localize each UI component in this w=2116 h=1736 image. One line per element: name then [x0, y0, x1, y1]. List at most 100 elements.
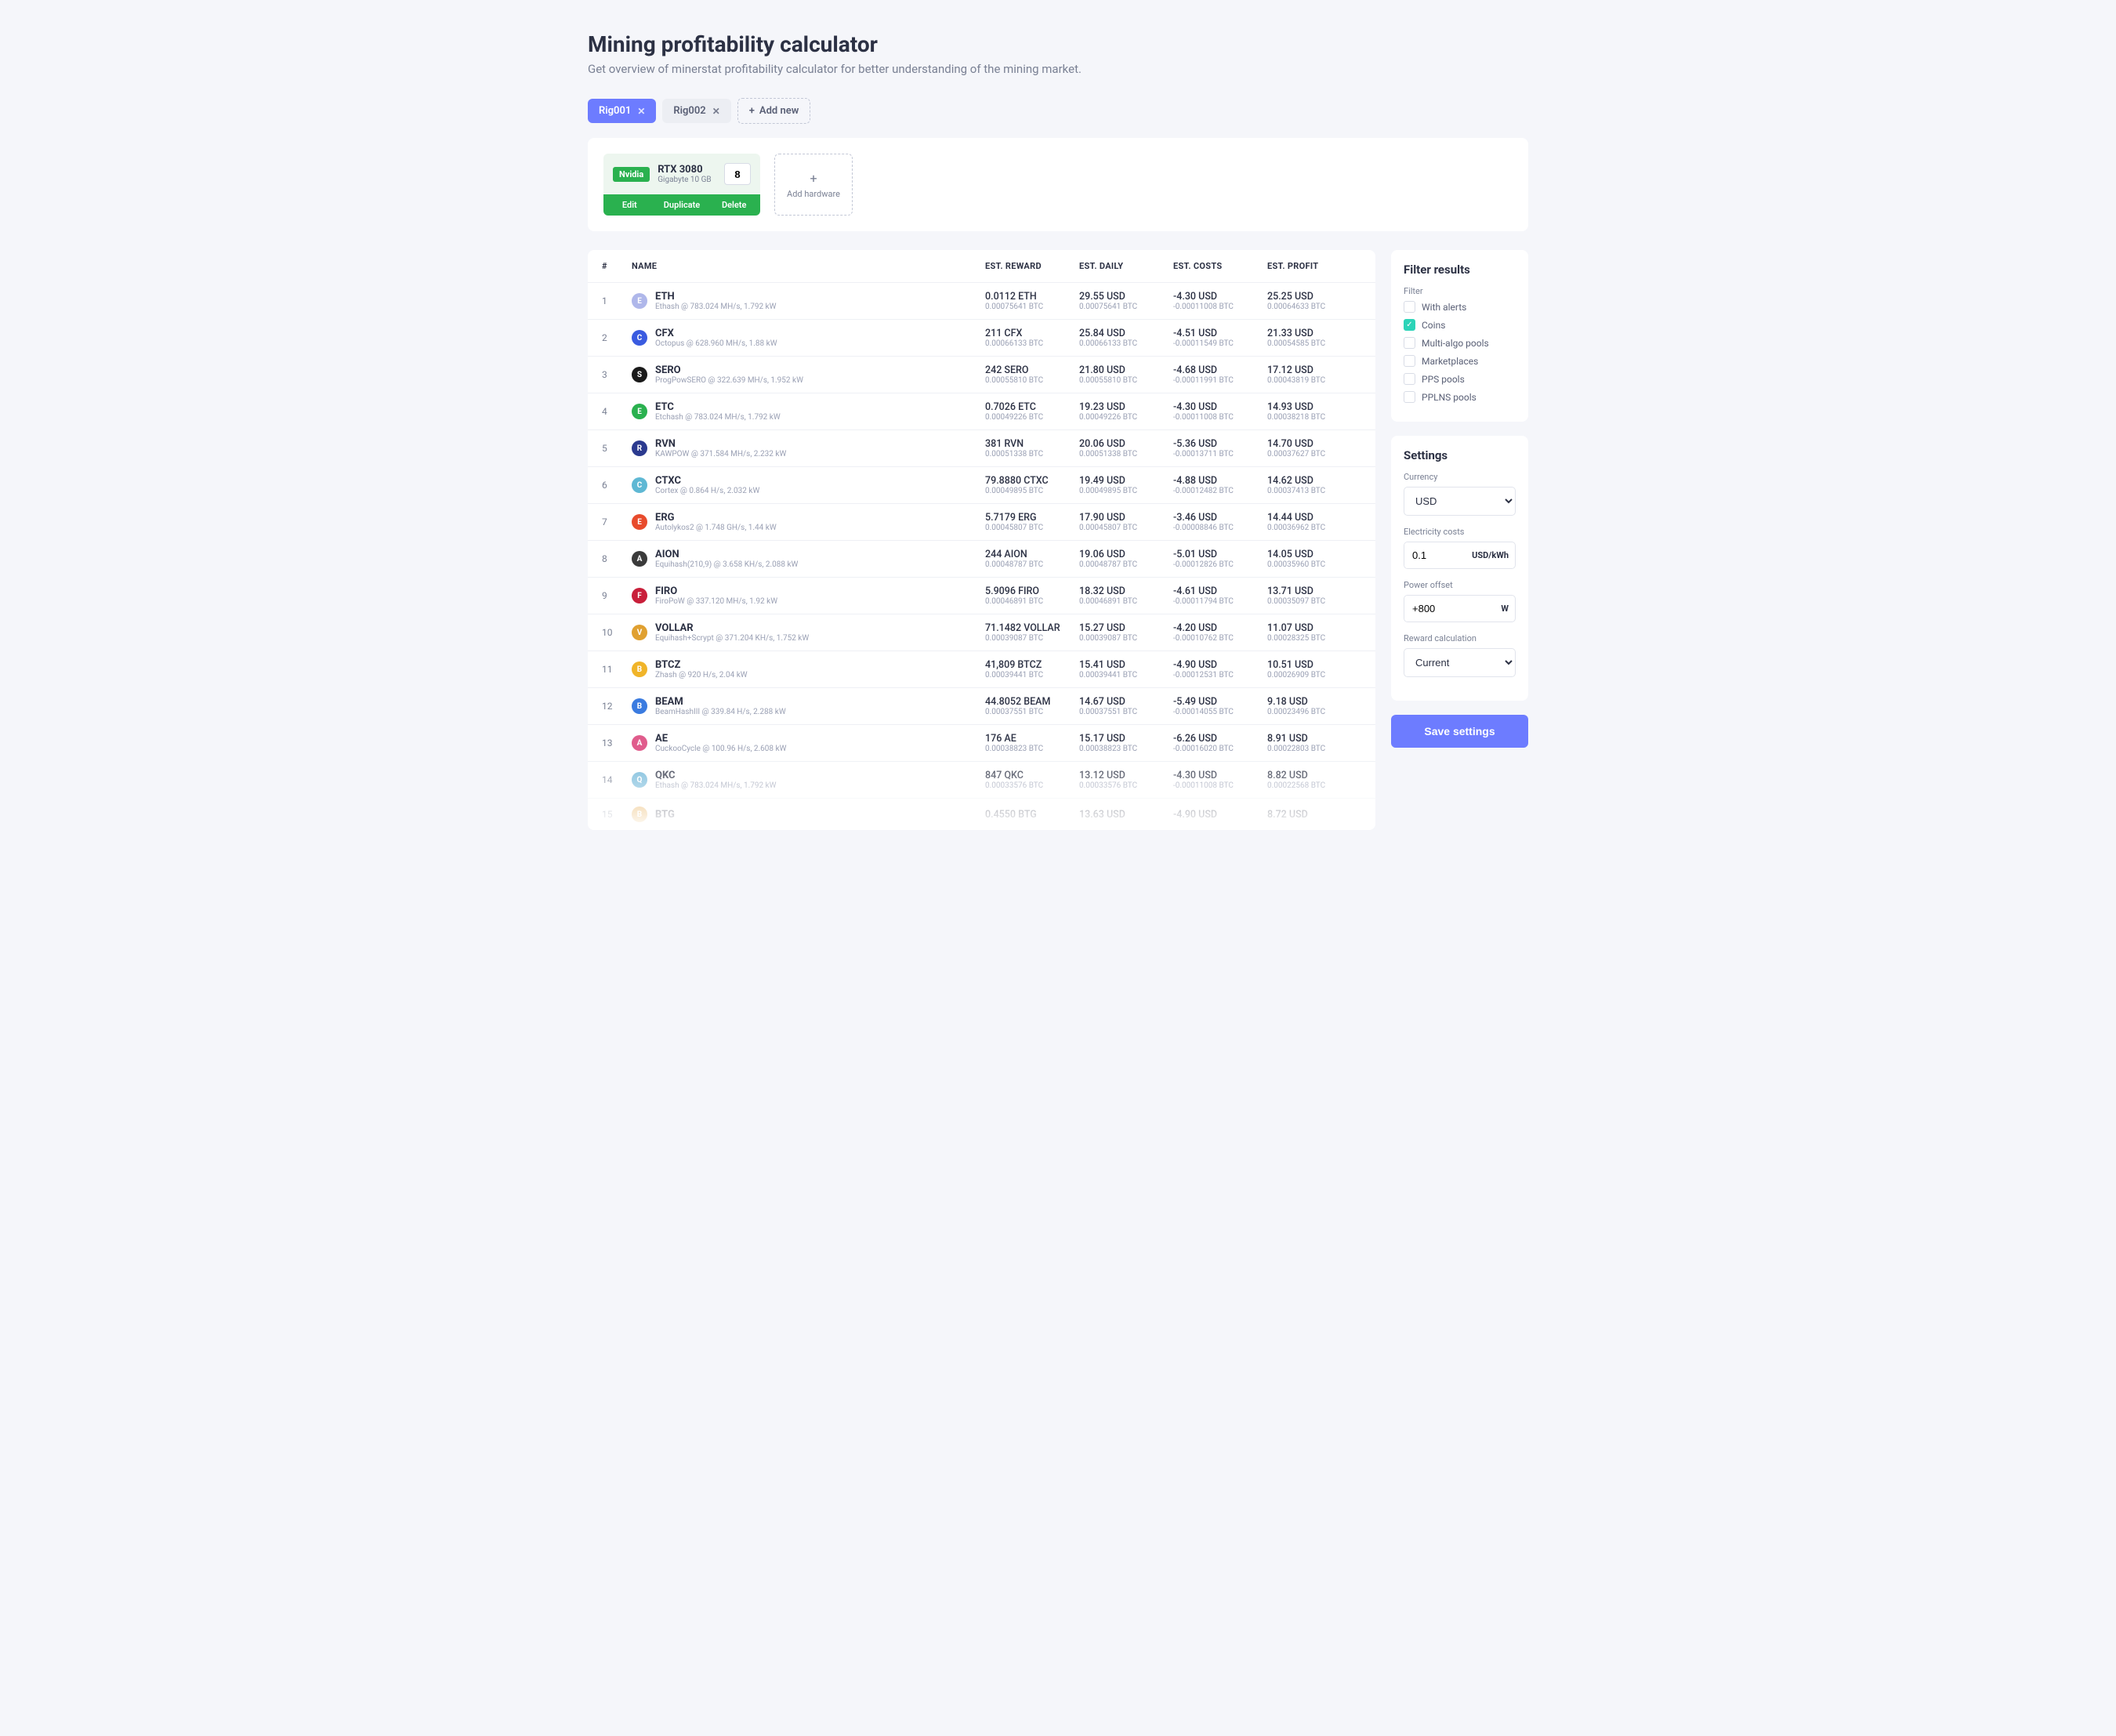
row-index: 2	[602, 332, 632, 343]
coin-algo: Equihash+Scrypt @ 371.204 KH/s, 1.752 kW	[655, 634, 809, 643]
table-row[interactable]: 5RRVNKAWPOW @ 371.584 MH/s, 2.232 kW381 …	[588, 429, 1375, 466]
row-index: 14	[602, 774, 632, 785]
coin-icon: F	[632, 588, 647, 603]
coin-algo: ProgPowSERO @ 322.639 MH/s, 1.952 kW	[655, 376, 803, 385]
coin-icon: A	[632, 735, 647, 751]
table-row[interactable]: 2CCFXOctopus @ 628.960 MH/s, 1.88 kW211 …	[588, 319, 1375, 356]
col-daily[interactable]: EST. DAILY	[1079, 261, 1173, 271]
col-reward[interactable]: EST. REWARD	[985, 261, 1079, 271]
table-row[interactable]: 9FFIROFiroPoW @ 337.120 MH/s, 1.92 kW5.9…	[588, 577, 1375, 614]
coin-icon: B	[632, 698, 647, 714]
electricity-label: Electricity costs	[1404, 527, 1516, 537]
row-index: 7	[602, 516, 632, 527]
filter-option[interactable]: PPLNS pools	[1404, 391, 1516, 403]
rig-tab[interactable]: Rig002✕	[662, 99, 730, 123]
filter-option[interactable]: With alerts	[1404, 301, 1516, 313]
reward-select[interactable]: Current	[1404, 648, 1516, 677]
coin-algo: BeamHashIII @ 339.84 H/s, 2.288 kW	[655, 708, 786, 716]
filter-option[interactable]: Multi-algo pools	[1404, 337, 1516, 349]
coin-symbol: BTG	[655, 809, 675, 821]
coin-symbol: BEAM	[655, 696, 786, 708]
table-row[interactable]: 10VVOLLAREquihash+Scrypt @ 371.204 KH/s,…	[588, 614, 1375, 651]
currency-select[interactable]: USD	[1404, 487, 1516, 516]
coin-algo: Ethash @ 783.024 MH/s, 1.792 kW	[655, 781, 777, 790]
col-costs[interactable]: EST. COSTS	[1173, 261, 1267, 271]
table-row[interactable]: 3SSEROProgPowSERO @ 322.639 MH/s, 1.952 …	[588, 356, 1375, 393]
add-rig-button[interactable]: + Add new	[737, 98, 811, 124]
coin-symbol: AION	[655, 549, 798, 560]
add-hardware-button[interactable]: + Add hardware	[774, 154, 853, 216]
coin-symbol: FIRO	[655, 585, 777, 597]
filter-label: Filter	[1404, 286, 1516, 296]
table-row[interactable]: 15BBTG0.4550 BTG13.63 USD-4.90 USD8.72 U…	[588, 798, 1375, 830]
coin-algo: Equihash(210,9) @ 3.658 KH/s, 2.088 kW	[655, 560, 798, 569]
rig-tab[interactable]: Rig001✕	[588, 99, 656, 123]
filter-option[interactable]: PPS pools	[1404, 373, 1516, 385]
rig-tabs: Rig001✕Rig002✕ + Add new	[588, 98, 1528, 124]
duplicate-button[interactable]: Duplicate	[656, 194, 708, 216]
row-index: 4	[602, 406, 632, 417]
coin-algo: Zhash @ 920 H/s, 2.04 kW	[655, 671, 748, 680]
gpu-vendor-badge: Nvidia	[613, 167, 650, 182]
col-index: #	[602, 261, 632, 271]
electricity-unit: USD/kWh	[1466, 550, 1515, 560]
electricity-input[interactable]	[1404, 542, 1466, 568]
coin-icon: V	[632, 625, 647, 640]
table-row[interactable]: 6CCTXCCortex @ 0.864 H/s, 2.032 kW79.888…	[588, 466, 1375, 503]
checkbox-icon: ✓	[1404, 319, 1415, 331]
coin-algo: Etchash @ 783.024 MH/s, 1.792 kW	[655, 413, 781, 422]
table-row[interactable]: 11BBTCZZhash @ 920 H/s, 2.04 kW41,809 BT…	[588, 651, 1375, 687]
row-index: 15	[602, 809, 632, 820]
close-icon[interactable]: ✕	[637, 106, 645, 117]
coin-icon: R	[632, 440, 647, 456]
checkbox-icon	[1404, 373, 1415, 385]
row-index: 3	[602, 369, 632, 380]
edit-button[interactable]: Edit	[603, 194, 656, 216]
power-label: Power offset	[1404, 580, 1516, 590]
coin-icon: E	[632, 293, 647, 309]
save-settings-button[interactable]: Save settings	[1391, 715, 1528, 748]
plus-icon: +	[810, 171, 817, 186]
table-row[interactable]: 12B BEAMBeamHashIII @ 339.84 H/s, 2.288 k…	[588, 687, 1375, 724]
coin-icon: C	[632, 330, 647, 346]
power-input[interactable]	[1404, 596, 1495, 622]
checkbox-icon	[1404, 337, 1415, 349]
reward-label: Reward calculation	[1404, 633, 1516, 643]
power-unit: W	[1495, 603, 1515, 614]
table-row[interactable]: 8AAIONEquihash(210,9) @ 3.658 KH/s, 2.08…	[588, 540, 1375, 577]
row-index: 13	[602, 738, 632, 748]
row-index: 5	[602, 443, 632, 454]
filter-panel: Filter results Filter With alerts✓CoinsM…	[1391, 250, 1528, 422]
settings-title: Settings	[1404, 448, 1516, 462]
filter-option[interactable]: ✓Coins	[1404, 319, 1516, 331]
gpu-sub: Gigabyte 10 GB	[658, 176, 716, 184]
table-row[interactable]: 4EETCEtchash @ 783.024 MH/s, 1.792 kW0.7…	[588, 393, 1375, 429]
currency-label: Currency	[1404, 472, 1516, 482]
row-index: 11	[602, 664, 632, 675]
table-row[interactable]: 13AAECuckooCycle @ 100.96 H/s, 2.608 kW1…	[588, 724, 1375, 761]
col-name[interactable]: NAME	[632, 261, 985, 271]
table-row[interactable]: 7EERGAutolykos2 @ 1.748 GH/s, 1.44 kW5.7…	[588, 503, 1375, 540]
coin-symbol: CFX	[655, 328, 777, 339]
row-index: 12	[602, 701, 632, 712]
gpu-name: RTX 3080	[658, 164, 716, 176]
coin-icon: C	[632, 477, 647, 493]
page-title: Mining profitability calculator	[588, 31, 1528, 57]
coin-icon: Q	[632, 772, 647, 788]
coin-symbol: RVN	[655, 438, 786, 450]
coin-symbol: BTCZ	[655, 659, 748, 671]
coin-algo: FiroPoW @ 337.120 MH/s, 1.92 kW	[655, 597, 777, 606]
filter-option[interactable]: Marketplaces	[1404, 355, 1516, 367]
col-profit[interactable]: EST. PROFIT	[1267, 261, 1361, 271]
gpu-count-input[interactable]	[724, 163, 751, 185]
close-icon[interactable]: ✕	[712, 106, 720, 117]
hardware-card: Nvidia RTX 3080 Gigabyte 10 GB Edit Dupl…	[603, 154, 760, 216]
coin-icon: E	[632, 514, 647, 530]
delete-button[interactable]: Delete	[708, 194, 760, 216]
table-row[interactable]: 14QQKCEthash @ 783.024 MH/s, 1.792 kW847…	[588, 761, 1375, 798]
checkbox-icon	[1404, 355, 1415, 367]
checkbox-icon	[1404, 391, 1415, 403]
coin-algo: Autolykos2 @ 1.748 GH/s, 1.44 kW	[655, 524, 777, 532]
table-row[interactable]: 1EETHEthash @ 783.024 MH/s, 1.792 kW0.01…	[588, 282, 1375, 319]
coin-symbol: ETC	[655, 401, 781, 413]
